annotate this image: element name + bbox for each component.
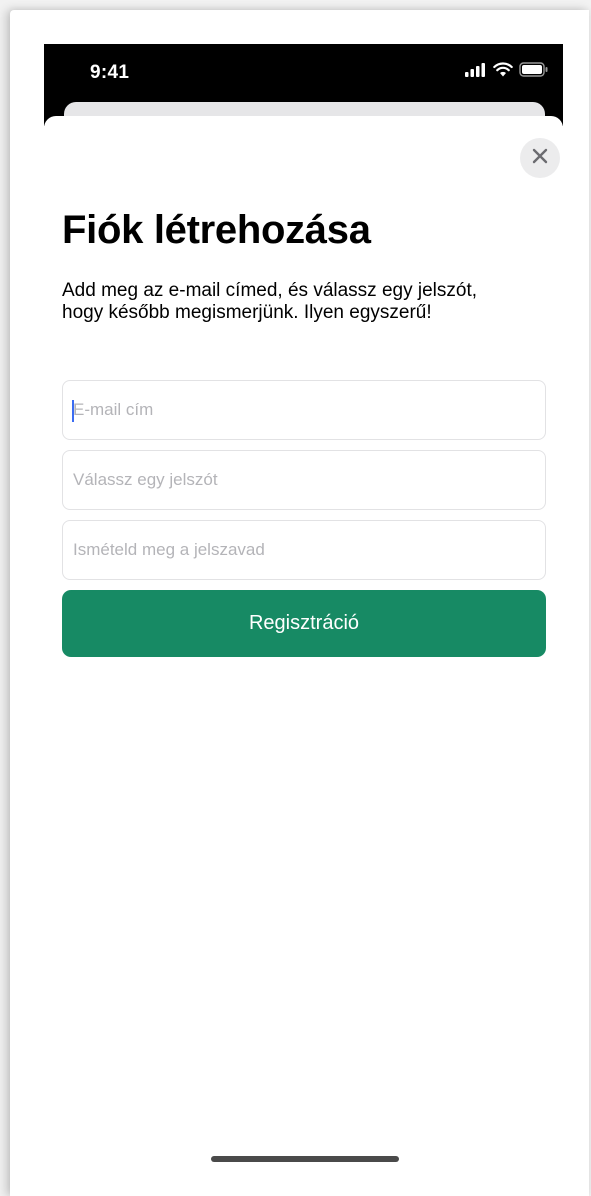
status-time: 9:41	[90, 62, 130, 83]
text-caret	[72, 400, 74, 422]
registration-sheet: Fiók létrehozása Add meg az e-mail címed…	[44, 116, 563, 1196]
home-indicator	[211, 1156, 399, 1162]
page-title: Fiók létrehozása	[62, 208, 371, 252]
email-field-container	[62, 380, 546, 440]
password-field-container	[62, 450, 546, 510]
email-field[interactable]	[63, 381, 545, 439]
confirm-password-field-container	[62, 520, 546, 580]
status-icons	[465, 62, 549, 82]
signal-icon	[465, 62, 487, 82]
close-icon	[532, 148, 548, 169]
wifi-icon	[493, 62, 513, 82]
battery-icon	[519, 62, 549, 82]
password-field[interactable]	[63, 451, 545, 509]
confirm-password-field[interactable]	[63, 521, 545, 579]
close-button[interactable]	[520, 138, 560, 178]
register-button[interactable]: Regisztráció	[62, 590, 546, 657]
device-screen: 9:41 Fiók létrehozása Add meg az e-mail …	[10, 10, 589, 1196]
page-subtitle: Add meg az e-mail címed, és válassz egy …	[62, 280, 478, 323]
